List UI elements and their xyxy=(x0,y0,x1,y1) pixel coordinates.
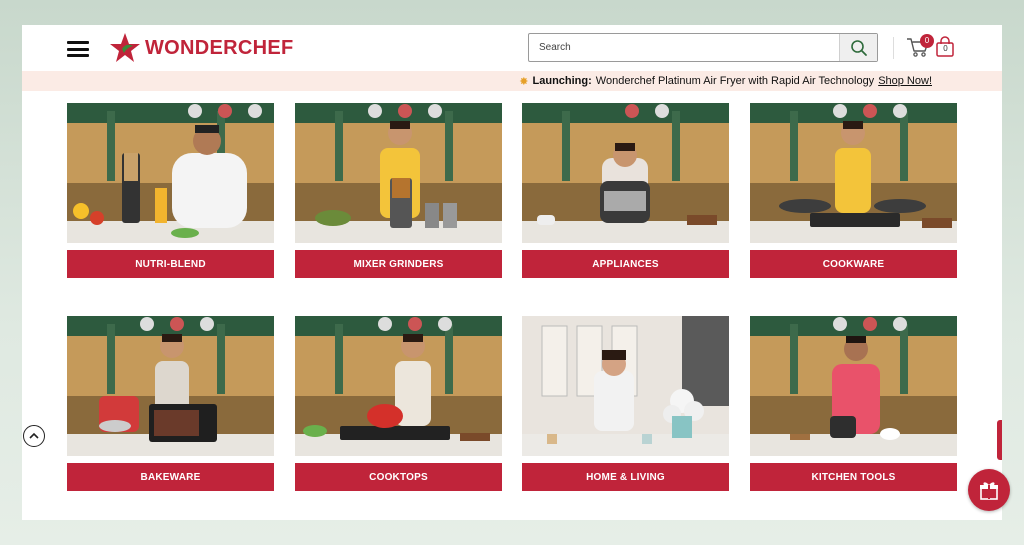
category-card-appliances[interactable] xyxy=(522,103,729,243)
category-card-kitchen-tools[interactable] xyxy=(750,316,957,456)
search-icon xyxy=(850,39,867,56)
category-button[interactable]: APPLIANCES xyxy=(522,250,729,278)
category-button[interactable]: COOKWARE xyxy=(750,250,957,278)
category-card-nutri-blend[interactable] xyxy=(67,103,274,243)
sparkle-icon: ✸ xyxy=(519,75,529,88)
category-image[interactable] xyxy=(67,316,274,456)
category-image[interactable] xyxy=(67,103,274,243)
category-button[interactable]: NUTRI-BLEND xyxy=(67,250,274,278)
bag-count: 0 xyxy=(943,44,948,53)
brand-logo[interactable]: WONDERCHEF xyxy=(109,31,294,65)
side-feedback-tab[interactable] xyxy=(997,420,1002,460)
category-button[interactable]: BAKEWARE xyxy=(67,463,274,491)
search-button[interactable] xyxy=(839,34,877,61)
category-card-cookware[interactable] xyxy=(750,103,957,243)
category-button[interactable]: HOME & LIVING xyxy=(522,463,729,491)
category-card-mixer-grinders[interactable] xyxy=(295,103,502,243)
announcement-label: Launching: xyxy=(532,75,592,87)
page: WONDERCHEF 0 0 xyxy=(22,25,1002,520)
brand-name: WONDERCHEF xyxy=(145,36,294,59)
category-card-bakeware[interactable] xyxy=(67,316,274,456)
scroll-to-top-button[interactable] xyxy=(23,425,45,447)
logo-star-icon xyxy=(110,33,140,62)
site-header: WONDERCHEF 0 0 xyxy=(22,25,1002,71)
announcement-bar: ✸ Launching: Wonderchef Platinum Air Fry… xyxy=(22,71,1002,91)
category-image[interactable] xyxy=(750,316,957,456)
header-divider xyxy=(893,37,894,59)
category-card-home-living[interactable] xyxy=(522,316,729,456)
category-button[interactable]: KITCHEN TOOLS xyxy=(750,463,957,491)
category-button[interactable]: COOKTOPS xyxy=(295,463,502,491)
category-image[interactable] xyxy=(750,103,957,243)
shop-now-link[interactable]: Shop Now! xyxy=(878,75,932,87)
announcement-text: Wonderchef Platinum Air Fryer with Rapid… xyxy=(595,75,875,87)
category-card-cooktops[interactable] xyxy=(295,316,502,456)
gift-button[interactable] xyxy=(968,469,1010,511)
chevron-up-icon xyxy=(29,432,39,439)
gift-icon xyxy=(980,482,998,500)
category-image[interactable] xyxy=(295,316,502,456)
category-image[interactable] xyxy=(522,316,729,456)
search-input[interactable] xyxy=(529,34,839,61)
category-image[interactable] xyxy=(522,103,729,243)
category-button[interactable]: MIXER GRINDERS xyxy=(295,250,502,278)
category-image[interactable] xyxy=(295,103,502,243)
search-box xyxy=(528,33,878,62)
cart-count-badge: 0 xyxy=(920,34,934,48)
menu-icon[interactable] xyxy=(67,41,89,57)
